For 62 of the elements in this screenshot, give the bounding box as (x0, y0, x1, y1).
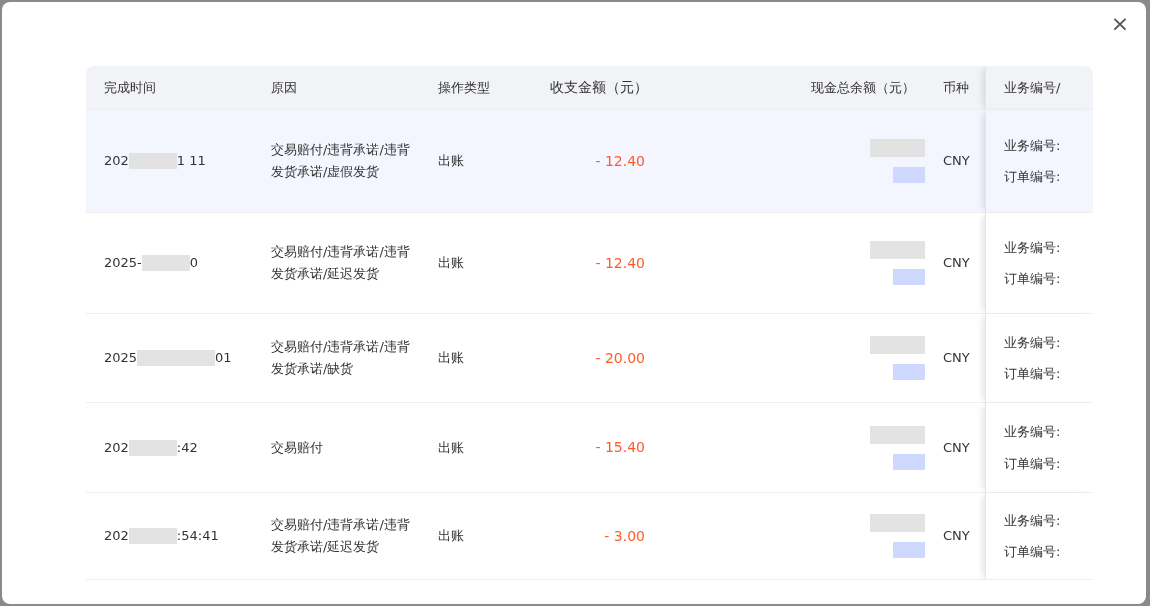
amount-cell-text: - 12.40 (595, 151, 645, 171)
column-header: 原因 (271, 78, 297, 97)
amount-cell-text: - 20.00 (595, 348, 645, 368)
amount-cell-text: - 12.40 (595, 253, 645, 273)
redaction-blur (870, 139, 925, 157)
column-header: 完成时间 (104, 78, 156, 97)
redaction-blur (870, 336, 925, 354)
field-label: 订单编号: (1004, 168, 1061, 186)
table-cell-text: :42 (176, 438, 198, 457)
redaction-blur (870, 514, 925, 532)
amount-cell-text: - 3.00 (604, 526, 645, 546)
field-label: 订单编号: (1004, 270, 1061, 288)
field-label: 订单编号: (1004, 543, 1061, 561)
table-cell-text: :54:41 (176, 527, 219, 546)
redaction-blur (893, 453, 925, 470)
table-cell-text: 202 (104, 152, 129, 171)
column-header: 收支金额（元） (550, 78, 648, 97)
table-cell-text: 2025 (104, 349, 138, 368)
column-header: 现金总余额（元） (811, 78, 915, 97)
redaction-blur (141, 255, 190, 271)
table-cell-text: 2025- (104, 254, 142, 273)
field-label: 业务编号: (1004, 423, 1061, 441)
redaction-blur (893, 167, 925, 183)
table-cell-text: CNY (943, 527, 970, 546)
field-label: 业务编号: (1004, 238, 1061, 257)
field-label: 业务编号: (1004, 136, 1061, 155)
column-header: 业务编号/ (1004, 78, 1061, 97)
redaction-blur (870, 241, 925, 259)
table-cell-text: 交易赔付 (271, 438, 323, 457)
field-label: 业务编号: (1004, 511, 1061, 530)
table-cell-text: 出账 (438, 349, 464, 368)
field-label: 订单编号: (1004, 365, 1061, 383)
table-cell-text: CNY (943, 438, 970, 457)
table-cell-text: 出账 (438, 152, 464, 171)
redaction-blur (128, 439, 177, 456)
table-cell-text: 交易赔付/违背承诺/违背发货承诺/延迟发货 (271, 516, 411, 556)
table-cell-text: 交易赔付/违背承诺/违背发货承诺/缺货 (271, 338, 411, 378)
amount-cell-text: - 15.40 (595, 438, 645, 457)
redaction-blur (128, 153, 177, 169)
table-cell-text: 202 (104, 438, 129, 457)
redaction-blur (870, 425, 925, 444)
column-header: 操作类型 (438, 78, 490, 97)
table-cell-text: CNY (943, 349, 970, 368)
field-label: 业务编号: (1004, 333, 1061, 352)
redaction-blur (893, 269, 925, 285)
table-cell-text: 出账 (438, 254, 464, 273)
table-cell-text: CNY (943, 254, 970, 273)
table-cell-text: 1 11 (176, 152, 206, 171)
redaction-blur (893, 364, 925, 380)
table-cell-text: 202 (104, 527, 129, 546)
table-cell-text: 01 (215, 349, 232, 368)
table-cell-text: 交易赔付/违背承诺/违背发货承诺/延迟发货 (271, 243, 411, 283)
table-cell-text: 0 (189, 254, 199, 273)
column-header: 币种 (943, 78, 969, 97)
table-cell-text: 出账 (438, 438, 464, 457)
field-label: 订单编号: (1004, 454, 1061, 473)
redaction-blur (893, 542, 925, 558)
table-cell-text: 交易赔付/违背承诺/违背发货承诺/虚假发货 (271, 141, 411, 181)
close-button[interactable]: × (1108, 12, 1132, 36)
table-cell-text: CNY (943, 152, 970, 171)
table-cell-text: 出账 (438, 527, 464, 546)
redaction-blur (128, 528, 177, 544)
